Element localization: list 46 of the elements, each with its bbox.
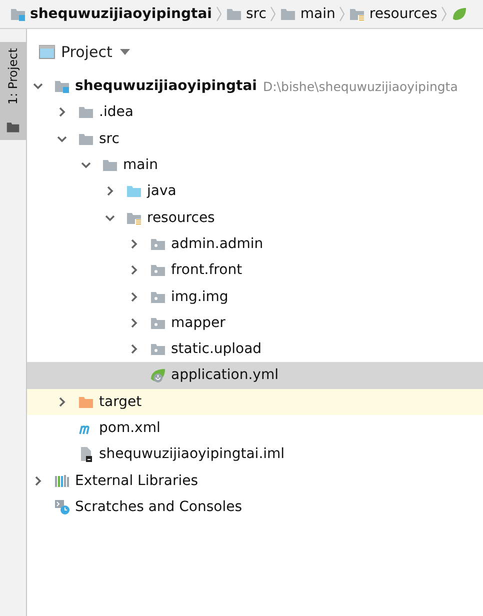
tree-item[interactable]: target	[27, 388, 483, 415]
document-icon	[78, 446, 94, 462]
tree-item[interactable]: Scratches and Consoles	[27, 494, 483, 520]
breadcrumb-item[interactable]: shequwuzijiaoyipingtai	[10, 6, 212, 22]
view-selector[interactable]: Project	[61, 43, 130, 61]
chevron-icon	[441, 6, 448, 22]
folder-icon	[78, 104, 94, 120]
resources-folder-icon	[349, 6, 366, 22]
folder-icon	[6, 120, 20, 134]
tree-item[interactable]: shequwuzijiaoyipingtai.iml	[27, 441, 483, 468]
tree-item[interactable]: front.front	[27, 257, 483, 284]
folder-icon	[226, 6, 242, 22]
caret-icon	[120, 49, 130, 55]
package-folder-icon	[150, 262, 166, 278]
breadcrumb-item[interactable]: src	[226, 6, 266, 22]
breadcrumb-item[interactable]: main	[280, 6, 336, 22]
leaf-file-icon	[150, 367, 166, 384]
tree-item[interactable]: admin.admin	[27, 230, 483, 258]
tree-item[interactable]: application.yml	[27, 362, 483, 389]
chevron-icon	[270, 6, 276, 22]
package-folder-icon	[150, 341, 166, 358]
window-icon	[39, 44, 55, 60]
module-folder-icon	[54, 78, 70, 94]
tree-item[interactable]: shequwuzijiaoyipingtai D:\bishe\shequwuzijiaoyipingta	[27, 73, 483, 100]
tree-item[interactable]: src	[27, 126, 483, 152]
tree-item[interactable]: mapper	[27, 310, 483, 336]
tree-item[interactable]: resources	[27, 204, 483, 231]
tree-item[interactable]: java	[27, 178, 483, 204]
folder-icon	[126, 183, 142, 200]
tree-item[interactable]: External Libraries	[27, 467, 483, 494]
side-tab[interactable]: 1: Project	[0, 42, 26, 140]
library-bars-icon	[54, 472, 70, 489]
tree-item[interactable]: static.upload	[27, 336, 483, 362]
tree-item[interactable]: img.img	[27, 283, 483, 310]
tree-item[interactable]: pom.xml	[27, 414, 483, 442]
scratch-clock-icon	[54, 498, 70, 515]
tree-item[interactable]: .idea	[27, 99, 483, 126]
project-path: D:\bishe\shequwuzijiaoyipingta	[262, 78, 458, 94]
module-folder-icon	[10, 6, 26, 22]
tree-item[interactable]: main	[27, 152, 483, 178]
folder-icon	[280, 6, 296, 22]
breadcrumb-item[interactable]: resources	[349, 6, 438, 22]
chevron-icon	[339, 6, 346, 22]
leaf-icon	[451, 6, 468, 22]
folder-icon	[102, 157, 118, 174]
chevron-icon	[216, 6, 222, 22]
